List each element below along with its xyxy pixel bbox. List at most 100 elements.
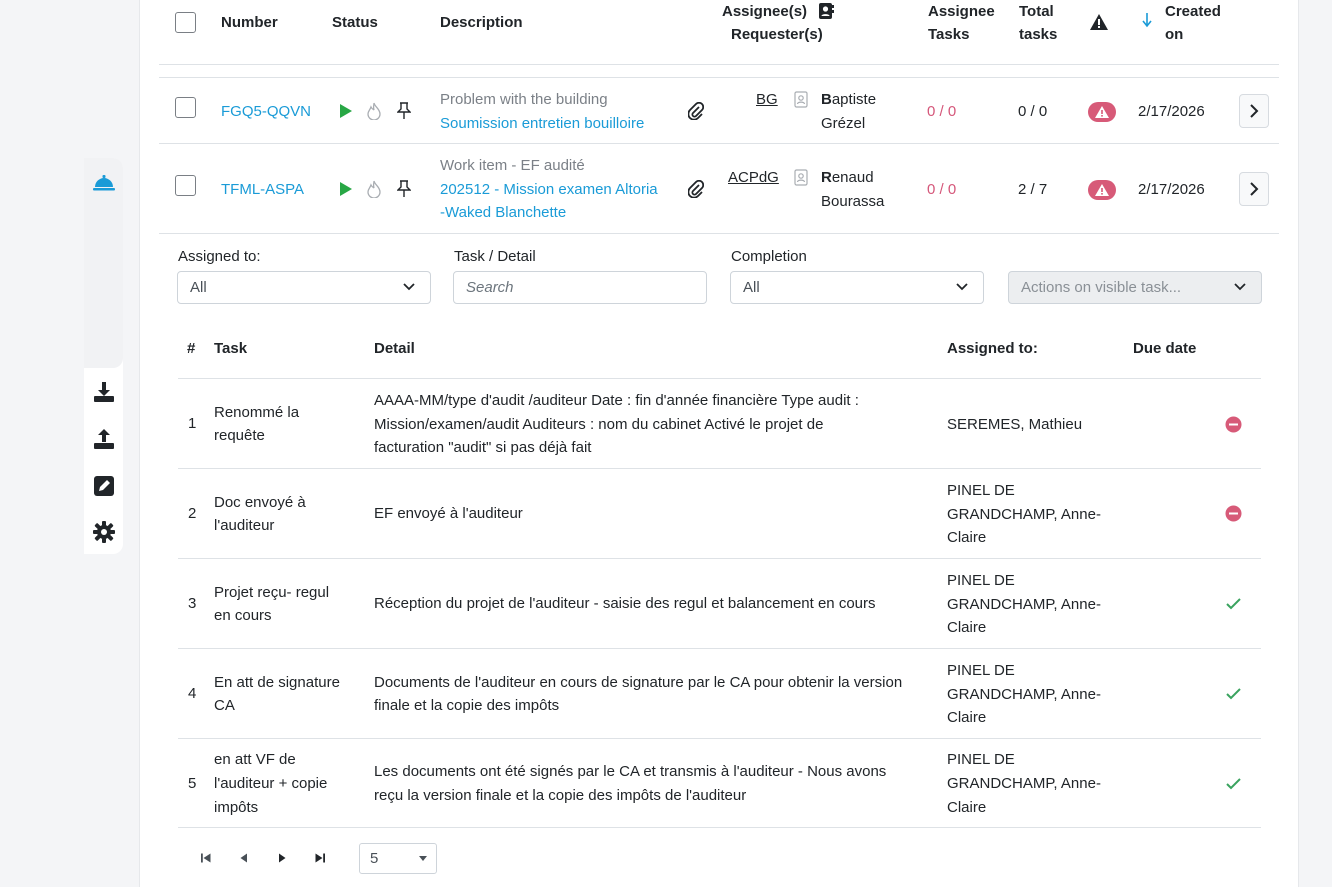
paperclip-icon[interactable]: [687, 179, 705, 206]
completion-filter-label: Completion: [731, 248, 807, 265]
requester-name: Renaud: [821, 166, 874, 190]
check-icon[interactable]: [1225, 685, 1242, 710]
contact-card-outline-icon: [794, 169, 809, 194]
gear-icon[interactable]: [92, 520, 116, 544]
completion-select[interactable]: All: [730, 271, 984, 304]
task-col-due-date-header[interactable]: Due date: [1133, 337, 1196, 361]
divider: [159, 233, 1279, 234]
task-detail-line2: reçu la version finale et la copie des i…: [374, 787, 747, 804]
col-requesters-header[interactable]: Requester(s): [731, 23, 823, 47]
assignee-initials[interactable]: BG: [756, 88, 778, 112]
assigned-to-select[interactable]: All: [177, 271, 431, 304]
check-icon[interactable]: [1225, 595, 1242, 620]
minus-circle-icon[interactable]: [1225, 416, 1242, 441]
task-name-line2: requête: [214, 427, 265, 444]
flame-icon[interactable]: [367, 180, 381, 206]
requester-last-name: Bourassa: [821, 193, 885, 210]
task-row[interactable]: 3 Projet reçu- regul en cours Réception …: [178, 558, 1261, 648]
warning-badge: [1088, 102, 1116, 122]
task-row[interactable]: 5 en att VF de l'auditeur + copie impôts…: [178, 738, 1261, 828]
requester-initial: R: [821, 169, 832, 186]
sort-down-arrow-icon[interactable]: [1142, 12, 1152, 36]
col-description-header[interactable]: Description: [440, 11, 523, 35]
task-assignee: SEREMES, Mathieu: [947, 416, 1083, 433]
assignee-tasks-count: 0 / 0: [927, 181, 957, 198]
sidebar-item-requests[interactable]: [84, 158, 123, 368]
col-total-tasks-header-line2: tasks: [1019, 26, 1058, 43]
first-page-icon[interactable]: [198, 850, 214, 866]
page-size-select[interactable]: 5: [359, 843, 437, 874]
task-number: 1: [188, 415, 197, 432]
task-assignee-line2: GRANDCHAMP, Anne-: [947, 775, 1101, 792]
caret-down-icon: [418, 844, 428, 883]
task-assignee-line2: GRANDCHAMP, Anne-: [947, 686, 1101, 703]
task-assignee: PINEL DE: [947, 751, 1015, 768]
requester-last-name: Grézel: [821, 115, 866, 132]
request-number-link[interactable]: TFML-ASPA: [221, 178, 304, 202]
next-page-icon[interactable]: [274, 850, 290, 866]
task-assignee-line3: Claire: [947, 799, 987, 816]
task-row[interactable]: 1 Renommé la requête AAAA-MM/type d'audi…: [178, 378, 1261, 468]
edit-icon[interactable]: [92, 474, 116, 498]
request-title-link[interactable]: Soumission entretien bouilloire: [440, 112, 644, 136]
pin-icon[interactable]: [396, 102, 412, 128]
task-row[interactable]: 2 Doc envoyé à l'auditeur EF envoyé à l'…: [178, 468, 1261, 558]
pin-icon[interactable]: [396, 180, 412, 206]
last-page-icon[interactable]: [312, 850, 328, 866]
col-status-header[interactable]: Status: [332, 11, 378, 35]
assigned-to-select-value: All: [190, 279, 207, 296]
request-title-link[interactable]: 202512 - Mission examen Altoria: [440, 178, 658, 202]
task-detail-search-input[interactable]: Search: [453, 271, 707, 304]
task-number: 2: [188, 505, 197, 522]
requester-first-name: aptiste: [831, 91, 877, 108]
select-all-checkbox[interactable]: [175, 12, 196, 33]
task-col-assigned-header[interactable]: Assigned to:: [947, 337, 1038, 361]
chevron-down-icon: [955, 272, 969, 314]
check-icon[interactable]: [1225, 775, 1242, 800]
task-col-task-header[interactable]: Task: [214, 337, 247, 361]
assignee-initials[interactable]: ACPdG: [728, 166, 779, 190]
assigned-to-filter-label: Assigned to:: [178, 248, 261, 265]
task-number: 4: [188, 685, 197, 702]
task-col-num-header: #: [187, 340, 196, 357]
play-icon[interactable]: [339, 103, 353, 127]
request-title-link-line2[interactable]: -Waked Blanchette: [440, 201, 566, 225]
previous-page-icon[interactable]: [236, 850, 252, 866]
request-type: Work item - EF audité: [440, 157, 585, 174]
task-number: 5: [188, 775, 197, 792]
task-name: En att de signature: [214, 674, 340, 691]
paperclip-icon[interactable]: [687, 101, 705, 128]
task-row[interactable]: 4 En att de signature CA Documents de l'…: [178, 648, 1261, 738]
bell-service-icon: [92, 170, 116, 194]
row-checkbox[interactable]: [175, 97, 196, 118]
col-total-tasks-header[interactable]: Total: [1019, 0, 1054, 24]
col-number-header[interactable]: Number: [221, 11, 278, 35]
col-assignee-tasks-header[interactable]: Assignee: [928, 0, 995, 24]
task-assignee-line2: GRANDCHAMP, Anne-: [947, 506, 1101, 523]
col-assignees-header[interactable]: Assignee(s): [722, 0, 807, 24]
created-date: 2/17/2026: [1138, 103, 1205, 120]
download-icon[interactable]: [92, 380, 116, 404]
col-created-header[interactable]: Created: [1165, 0, 1221, 24]
divider: [159, 64, 1279, 65]
col-created-header-line2: on: [1165, 26, 1184, 43]
assignee-tasks-count: 0 / 0: [927, 103, 957, 120]
requester-initial: B: [821, 91, 832, 108]
actions-on-visible-tasks-select[interactable]: Actions on visible task...: [1008, 271, 1262, 304]
divider: [159, 77, 1279, 78]
minus-circle-icon[interactable]: [1225, 505, 1242, 530]
request-number-link[interactable]: FGQ5-QQVN: [221, 100, 311, 124]
row-checkbox[interactable]: [175, 175, 196, 196]
play-icon[interactable]: [339, 181, 353, 205]
task-assignee: PINEL DE: [947, 482, 1015, 499]
open-request-button[interactable]: [1239, 94, 1269, 128]
task-detail-line2: finale et la copie des impôts: [374, 697, 560, 714]
task-col-detail-header[interactable]: Detail: [374, 337, 415, 361]
upload-icon[interactable]: [92, 427, 116, 451]
task-detail: Réception du projet de l'auditeur - sais…: [374, 595, 876, 612]
task-detail-filter-label: Task / Detail: [454, 248, 536, 265]
open-request-button[interactable]: [1239, 172, 1269, 206]
flame-icon[interactable]: [367, 102, 381, 128]
task-name-line2: l'auditeur: [214, 517, 275, 534]
warning-triangle-icon[interactable]: [1090, 14, 1108, 38]
